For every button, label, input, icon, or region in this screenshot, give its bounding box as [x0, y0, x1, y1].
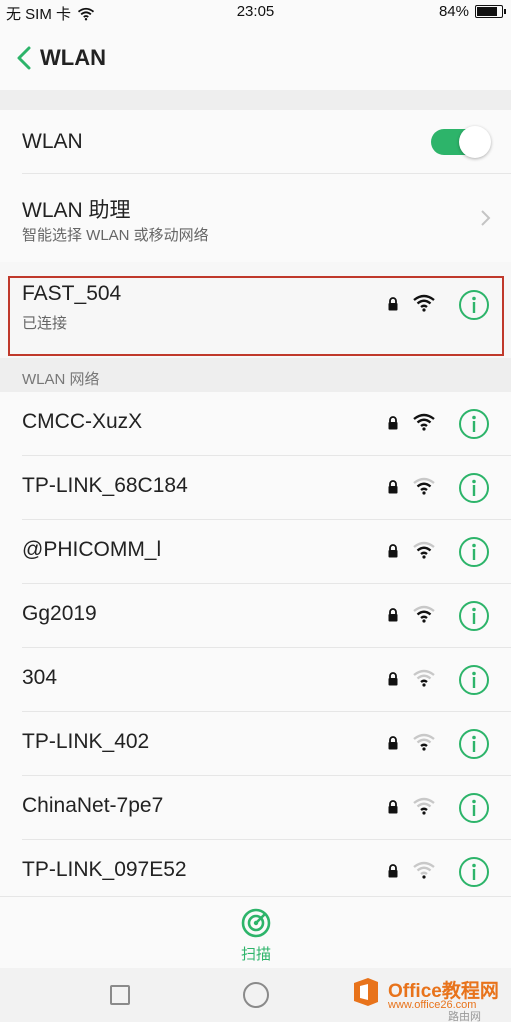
- network-name: TP-LINK_68C184: [22, 474, 188, 497]
- lock-icon: [388, 864, 398, 878]
- network-row[interactable]: @PHICOMM_l: [0, 520, 511, 584]
- lock-icon: [388, 544, 398, 558]
- lock-icon: [388, 480, 398, 494]
- wlan-toggle-switch[interactable]: [431, 126, 491, 158]
- info-icon[interactable]: [458, 664, 490, 696]
- wifi-signal-icon: [413, 605, 435, 623]
- chevron-right-icon: [481, 210, 491, 226]
- wlan-toggle-row[interactable]: WLAN: [0, 110, 511, 174]
- info-icon[interactable]: [458, 472, 490, 504]
- office-logo-icon: [354, 978, 378, 1006]
- wlan-toggle-label: WLAN: [22, 130, 83, 153]
- app-header: WLAN: [0, 26, 511, 90]
- network-name: CMCC-XuzX: [22, 410, 143, 433]
- network-name: Gg2019: [22, 602, 97, 625]
- connected-network-name: FAST_504: [22, 282, 122, 305]
- wifi-signal-icon: [413, 861, 435, 879]
- scan-button[interactable]: 扫描: [225, 907, 287, 967]
- status-right: 84%: [438, 3, 506, 20]
- battery-text: 84%: [438, 3, 469, 20]
- watermark-sub: 路由网: [448, 1011, 481, 1022]
- assistant-title: WLAN 助理: [22, 199, 131, 222]
- scan-label: 扫描: [240, 946, 271, 963]
- home-button[interactable]: [243, 982, 269, 1008]
- info-icon[interactable]: [458, 600, 490, 632]
- wifi-signal-icon: [413, 797, 435, 815]
- assistant-subtitle: 智能选择 WLAN 或移动网络: [22, 227, 209, 244]
- battery-fill: [477, 7, 498, 16]
- network-row[interactable]: TP-LINK_097E52: [0, 840, 511, 904]
- watermark: Office教程网 www.office26.com 路由网: [350, 972, 511, 1022]
- wifi-signal-icon: [413, 413, 435, 431]
- section-header: WLAN 网络: [0, 358, 511, 392]
- network-name: @PHICOMM_l: [22, 538, 162, 561]
- connected-network-row[interactable]: FAST_504 已连接: [0, 262, 511, 358]
- recent-apps-button[interactable]: [110, 985, 130, 1005]
- info-icon[interactable]: [458, 408, 490, 440]
- network-row[interactable]: CMCC-XuzX: [0, 392, 511, 456]
- info-icon[interactable]: [458, 856, 490, 888]
- network-name: TP-LINK_402: [22, 730, 150, 753]
- network-row[interactable]: Gg2019: [0, 584, 511, 648]
- battery-icon: [475, 5, 506, 18]
- radar-scan-icon: [241, 908, 271, 938]
- network-row[interactable]: TP-LINK_68C184: [0, 456, 511, 520]
- bottom-bar: 扫描: [0, 896, 511, 968]
- lock-icon: [388, 736, 398, 750]
- lock-icon: [388, 608, 398, 622]
- status-time: 23:05: [236, 3, 275, 20]
- lock-icon: [388, 416, 398, 430]
- wifi-signal-icon: [413, 733, 435, 751]
- wifi-signal-icon: [413, 669, 435, 687]
- wlan-assistant-row[interactable]: WLAN 助理 智能选择 WLAN 或移动网络: [0, 174, 511, 262]
- info-icon[interactable]: [458, 289, 490, 321]
- wifi-signal-icon: [413, 477, 435, 495]
- wifi-signal-icon: [413, 294, 435, 312]
- lock-icon: [388, 672, 398, 686]
- network-name: ChinaNet-7pe7: [22, 794, 164, 817]
- section-gap: [0, 90, 511, 110]
- page-title: WLAN: [40, 45, 106, 70]
- back-arrow-icon[interactable]: [14, 45, 36, 71]
- network-row[interactable]: 304: [0, 648, 511, 712]
- network-row[interactable]: TP-LINK_402: [0, 712, 511, 776]
- section-label: WLAN 网络: [22, 371, 100, 388]
- status-bar: 无 SIM 卡 23:05 84%: [0, 0, 511, 26]
- lock-icon: [388, 297, 398, 311]
- connected-status: 已连接: [22, 315, 68, 332]
- wifi-signal-icon: [413, 541, 435, 559]
- info-icon[interactable]: [458, 728, 490, 760]
- network-name: 304: [22, 666, 58, 689]
- network-name: TP-LINK_097E52: [22, 858, 187, 881]
- info-icon[interactable]: [458, 792, 490, 824]
- network-row[interactable]: ChinaNet-7pe7: [0, 776, 511, 840]
- lock-icon: [388, 800, 398, 814]
- info-icon[interactable]: [458, 536, 490, 568]
- toggle-knob: [459, 126, 491, 158]
